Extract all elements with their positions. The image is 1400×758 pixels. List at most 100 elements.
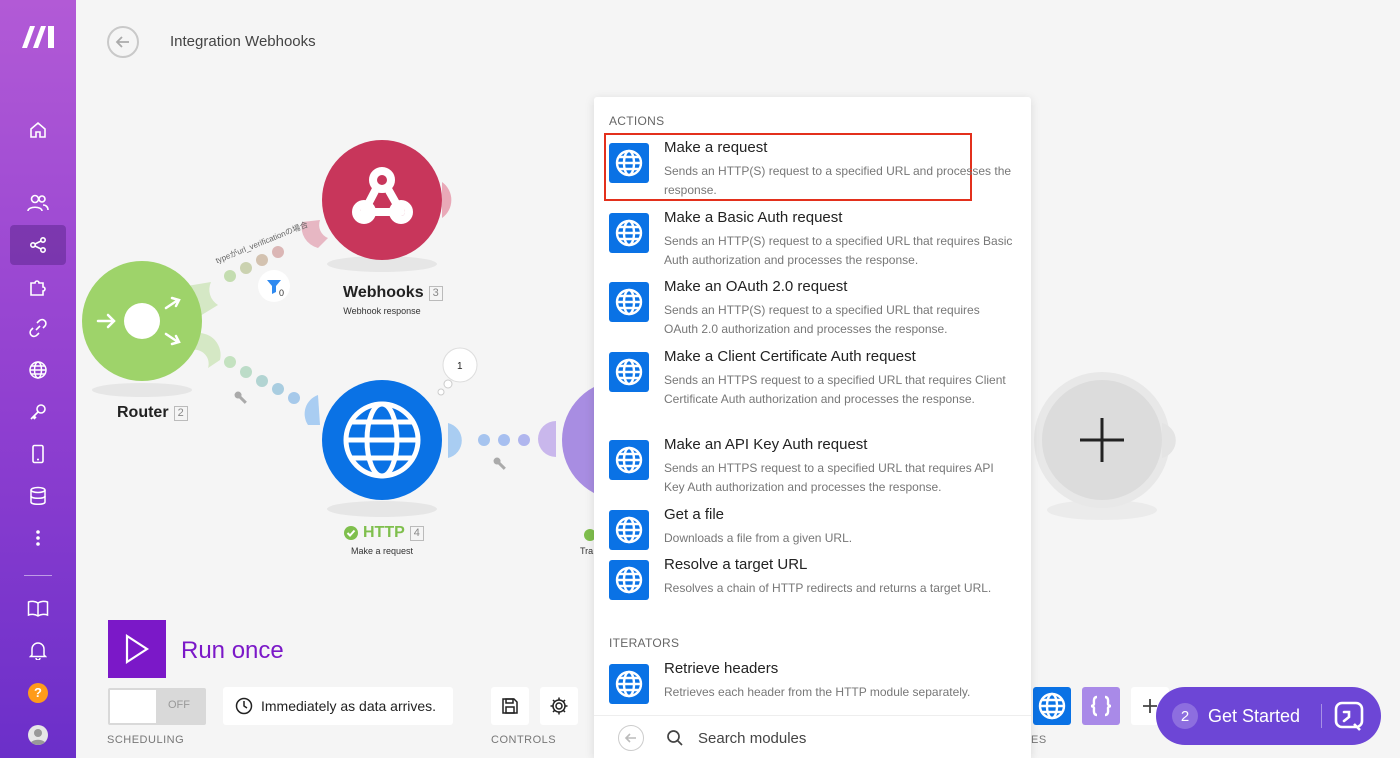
tools-http-button[interactable] [1033, 687, 1071, 725]
search-bar [594, 715, 1031, 758]
action-item-description: Sends an HTTP(S) request to a specified … [664, 234, 1013, 267]
team-icon[interactable] [22, 187, 54, 219]
action-item-title: Resolve a target URL [664, 556, 808, 573]
http-globe-icon [609, 143, 649, 183]
run-once-label[interactable]: Run once [181, 637, 284, 665]
http-module-action: Make a request [350, 546, 414, 556]
webhooks-module-action: Webhook response [343, 306, 421, 316]
docs-book-icon[interactable] [22, 592, 54, 624]
get-started-count: 2 [1172, 703, 1198, 729]
action-item-title: Make an API Key Auth request [664, 436, 868, 453]
iterators-section-label: ITERATORS [609, 636, 680, 650]
action-item-description: Sends an HTTP(S) request to a specified … [664, 164, 1012, 197]
action-item-description: Sends an HTTP(S) request to a specified … [664, 303, 980, 336]
router-to-http-connector[interactable] [192, 332, 320, 425]
operations-count: 1 [457, 361, 463, 372]
avatar[interactable] [28, 725, 48, 745]
toggle-state: OFF [168, 699, 190, 711]
run-once-button[interactable] [108, 620, 166, 678]
notifications-bell-icon[interactable] [22, 634, 54, 666]
braces-icon [1090, 695, 1112, 717]
action-item-title: Make a Client Certificate Auth request [664, 348, 916, 365]
get-started-button[interactable]: 2 Get Started [1156, 687, 1381, 745]
action-item-description: Sends an HTTPS request to a specified UR… [664, 461, 994, 494]
action-item-basic-auth[interactable]: Make a Basic Auth request Sends an HTTP(… [609, 209, 1019, 269]
more-dots-icon[interactable] [22, 522, 54, 554]
action-item-title: Get a file [664, 506, 725, 523]
sidebar: ? [0, 0, 76, 758]
filter-count: 0 [279, 288, 284, 298]
action-item-description: Resolves a chain of HTTP redirects and r… [664, 581, 992, 595]
action-item-oauth[interactable]: Make an OAuth 2.0 request Sends an HTTP(… [609, 278, 1019, 338]
action-item-description: Downloads a file from a given URL. [664, 531, 853, 545]
schedule-text: Immediately as data arrives. [261, 698, 437, 714]
http-module[interactable] [322, 380, 442, 517]
scheduling-toggle[interactable]: OFF [108, 688, 206, 725]
gear-icon [550, 697, 568, 715]
http-module-name: HTTP [363, 524, 405, 541]
search-back-button[interactable] [618, 725, 644, 751]
devices-mobile-icon[interactable] [22, 438, 54, 470]
add-module-button[interactable] [1034, 372, 1176, 520]
http-globe-icon [609, 440, 649, 480]
apps-puzzle-icon[interactable] [22, 271, 54, 303]
connections-link-icon[interactable] [22, 312, 54, 344]
action-item-get-file[interactable]: Get a file Downloads a file from a given… [609, 506, 1019, 550]
filter-icon[interactable] [258, 270, 290, 302]
action-item-api-key[interactable]: Make an API Key Auth request Sends an HT… [609, 436, 1019, 496]
play-icon [125, 634, 150, 664]
webhooks-module-number: 3 [428, 285, 443, 301]
http-globe-icon [609, 664, 649, 704]
router-module-name: Router [117, 404, 169, 421]
router-to-webhooks-connector[interactable] [185, 220, 328, 316]
action-item-make-request[interactable]: Make a request Sends an HTTP(S) request … [609, 139, 1019, 199]
module-actions-panel: ACTIONS Make a request Sends an HTTP(S) … [594, 97, 1031, 758]
http-module-label: HTTP 4 [344, 524, 424, 542]
controls-section-label: CONTROLS [491, 734, 557, 746]
http-settings-wrench-icon[interactable] [492, 456, 507, 471]
http-globe-icon [609, 213, 649, 253]
http-globe-icon [609, 510, 649, 550]
home-icon[interactable] [22, 114, 54, 146]
assistant-icon[interactable] [1332, 699, 1366, 733]
http-module-number: 4 [409, 525, 424, 541]
router-settings-wrench-icon[interactable] [233, 390, 248, 405]
toggle-knob [110, 690, 156, 723]
action-item-title: Make a Basic Auth request [664, 209, 843, 226]
webhooks-module[interactable] [322, 140, 452, 272]
save-button[interactable] [491, 687, 529, 725]
iterator-item-retrieve-headers[interactable]: Retrieve headers Retrieves each header f… [609, 660, 1019, 704]
schedule-setting[interactable]: Immediately as data arrives. [223, 687, 453, 725]
scenarios-icon[interactable] [22, 229, 54, 261]
tools-section-label: ES [1031, 734, 1047, 746]
make-logo[interactable] [20, 22, 58, 50]
datastores-database-icon[interactable] [22, 480, 54, 512]
actions-section-label: ACTIONS [609, 114, 665, 128]
get-started-label: Get Started [1208, 705, 1301, 726]
action-item-title: Retrieve headers [664, 660, 779, 677]
action-item-description: Retrieves each header from the HTTP modu… [664, 685, 971, 699]
settings-button[interactable] [540, 687, 578, 725]
webhooks-globe-icon[interactable] [22, 354, 54, 386]
router-module-number: 2 [173, 405, 188, 421]
action-item-title: Make a request [664, 139, 768, 156]
arrow-left-icon [624, 733, 636, 743]
globe-icon [1038, 692, 1066, 720]
tools-json-button[interactable] [1082, 687, 1120, 725]
save-icon [502, 698, 518, 714]
get-started-divider [1321, 704, 1322, 728]
webhooks-module-name: Webhooks [343, 284, 424, 301]
action-item-client-certificate[interactable]: Make a Client Certificate Auth request S… [609, 348, 1019, 426]
help-icon[interactable]: ? [28, 683, 48, 703]
action-item-resolve-url[interactable]: Resolve a target URL Resolves a chain of… [609, 556, 1019, 616]
router-module-label: Router 2 [117, 404, 188, 422]
search-modules-input[interactable] [698, 726, 998, 750]
action-item-title: Make an OAuth 2.0 request [664, 278, 848, 295]
keys-icon[interactable] [22, 396, 54, 428]
http-globe-icon [609, 352, 649, 392]
clock-icon [235, 697, 253, 715]
http-to-next-connector[interactable] [448, 421, 556, 458]
search-icon [667, 730, 683, 746]
router-module[interactable] [82, 261, 202, 397]
success-check-icon [344, 526, 358, 540]
